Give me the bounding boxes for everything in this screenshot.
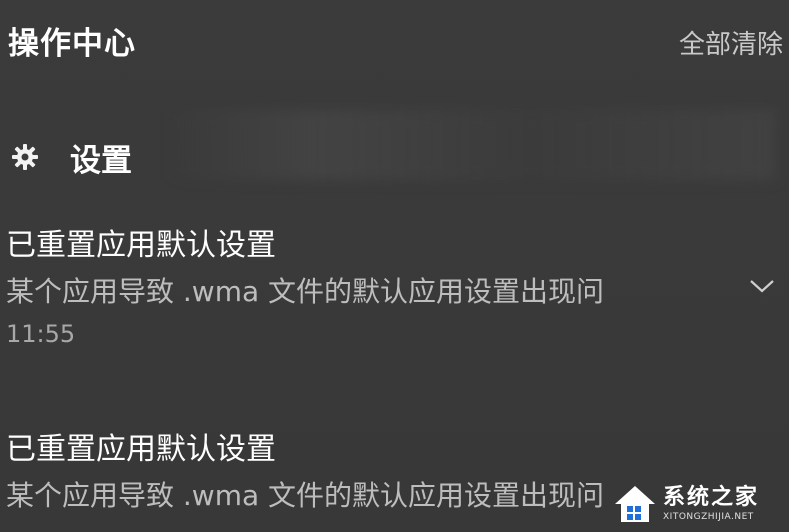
settings-group-label: 设置 xyxy=(70,142,132,179)
watermark-name: 系统之家 xyxy=(663,485,760,510)
watermark: 系统之家 XITONGZHIJIA.NET xyxy=(613,482,783,526)
notification-item[interactable]: 已重置应用默认设置 某个应用导致 .wma 文件的默认应用设置出现问 11:55 xyxy=(6,226,786,350)
action-center-panel: 操作中心 全部清除 设置 已重置应用默认设置 某个应用导致 .wma 文件的默认… xyxy=(0,0,789,532)
notification-time: 11:55 xyxy=(6,320,76,348)
notification-title: 已重置应用默认设置 xyxy=(6,228,276,263)
clear-all-button[interactable]: 全部清除 xyxy=(679,24,783,61)
gear-icon xyxy=(10,142,40,172)
settings-group-header[interactable]: 设置 xyxy=(10,135,132,179)
house-logo-icon xyxy=(613,484,657,524)
notification-title: 已重置应用默认设置 xyxy=(6,432,276,467)
watermark-url: XITONGZHIJIA.NET xyxy=(663,512,754,522)
watermark-text: 系统之家 XITONGZHIJIA.NET xyxy=(663,485,759,523)
action-center-header: 操作中心 全部清除 xyxy=(8,18,783,62)
blurred-background xyxy=(165,110,775,180)
page-title: 操作中心 xyxy=(8,26,136,62)
notification-body: 某个应用导致 .wma 文件的默认应用设置出现问 xyxy=(6,275,605,308)
chevron-down-icon[interactable] xyxy=(748,276,776,296)
